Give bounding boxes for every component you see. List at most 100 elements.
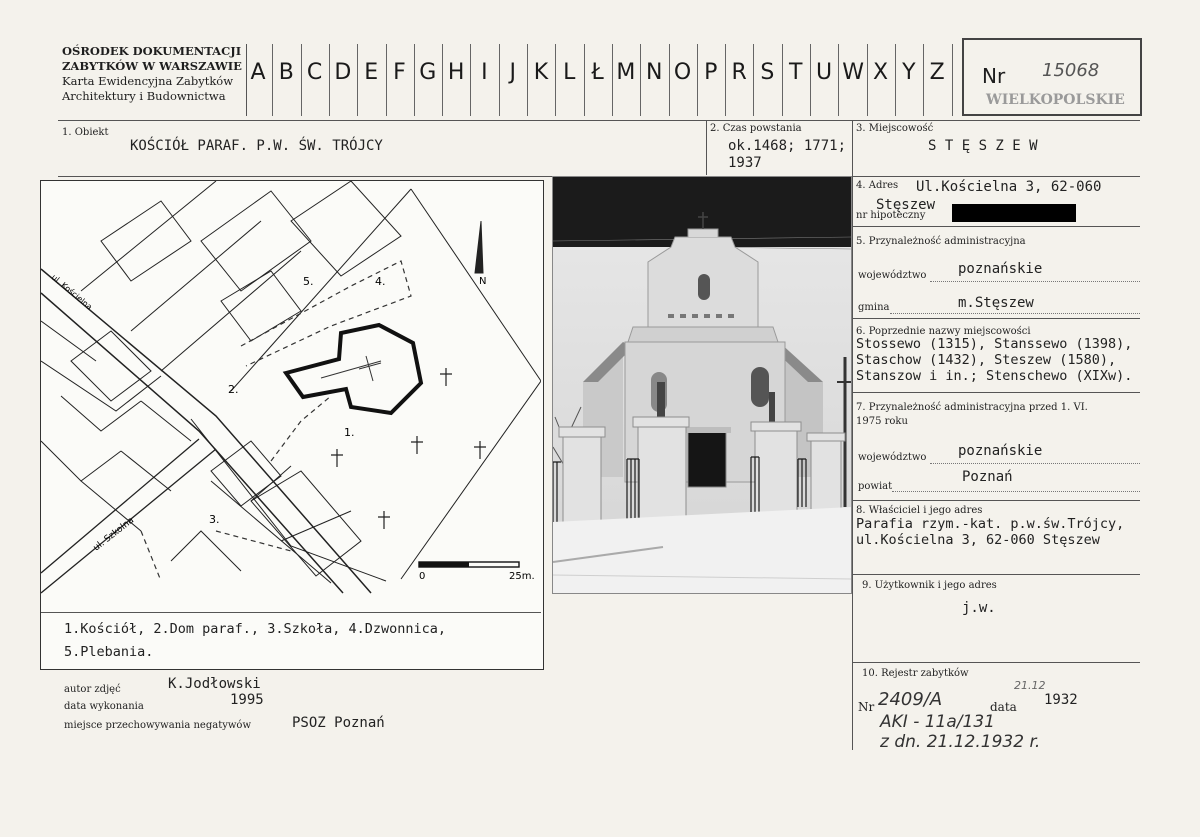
poprzednie-line1: Stossewo (1315), Stanssewo (1398), xyxy=(856,336,1133,352)
obiekt-value: KOŚCIÓŁ PARAF. P.W. ŚW. TRÓJCY xyxy=(130,138,383,154)
north-indicator: N xyxy=(479,276,486,287)
legend-rule xyxy=(41,612,541,613)
adres-value-1: Ul.Kościelna 3, 62-060 xyxy=(916,179,1102,195)
poprzednie-line3: Stanszow i in.; Stenschewo (XIXw). xyxy=(856,368,1133,384)
letter-separator xyxy=(810,44,811,116)
org-card-type-line2: Architektury i Budownictwa xyxy=(62,89,226,103)
rejestr-nr-value: 2409/A xyxy=(878,689,943,710)
powiat-value: Poznań xyxy=(962,469,1013,485)
index-letter: U xyxy=(815,60,833,85)
przed-label-2: 1975 roku xyxy=(856,416,908,427)
plot-number-1: 1. xyxy=(344,426,355,439)
autor-value: K.Jodłowski xyxy=(168,676,261,692)
woj2-label: województwo xyxy=(858,452,927,463)
letter-separator xyxy=(668,44,670,116)
rejestr-data-hand: 21.12 xyxy=(1014,679,1046,692)
woj2-value: poznańskie xyxy=(958,443,1043,459)
index-letter: G xyxy=(419,60,437,85)
index-letter: Ł xyxy=(591,60,604,85)
wojewodztwo-dots xyxy=(930,281,1140,282)
letter-separator xyxy=(611,44,613,116)
letter-separator xyxy=(470,44,472,116)
index-letter: X xyxy=(873,60,889,85)
plot-number-2: 2. xyxy=(228,383,239,396)
index-letter: W xyxy=(842,60,865,85)
scale-25m: 25m. xyxy=(509,571,535,582)
index-letter: M xyxy=(616,60,636,85)
gmina-value: m.Stęszew xyxy=(958,295,1034,311)
powiat-label: powiat xyxy=(858,481,893,492)
plot-number-5: 5. xyxy=(303,275,314,288)
legend-line1: 1.Kościół, 2.Dom paraf., 3.Szkoła, 4.Dzw… xyxy=(64,621,447,637)
adres-label: 4. Adres xyxy=(856,180,899,191)
plot-number-3: 3. xyxy=(209,513,220,526)
hipoteczny-label: nr hipoteczny xyxy=(856,210,926,221)
index-letter: I xyxy=(481,60,488,85)
scale-zero: 0 xyxy=(419,571,425,582)
data-wykonania-label: data wykonania xyxy=(64,701,144,712)
row5-rule xyxy=(852,318,1140,319)
uzytkownik-value: j.w. xyxy=(962,600,996,616)
letter-separator xyxy=(527,44,528,116)
index-letter: S xyxy=(760,60,775,85)
miejsce-value: PSOZ Poznań xyxy=(292,715,385,731)
index-letter: L xyxy=(563,60,576,85)
letter-separator xyxy=(923,44,925,116)
redacted-mortgage-number xyxy=(952,204,1076,222)
woj2-dots xyxy=(930,463,1140,464)
gmina-label: gmina xyxy=(858,302,890,313)
miejsce-label: miejsce przechowywania negatywów xyxy=(64,720,251,731)
index-letter: K xyxy=(533,60,549,85)
letter-separator xyxy=(781,44,783,116)
index-letter: H xyxy=(447,60,465,85)
obiekt-label: 1. Obiekt xyxy=(62,127,109,138)
row4-rule xyxy=(852,226,1140,227)
index-letter: P xyxy=(704,60,718,85)
index-letter: N xyxy=(645,60,663,85)
row6-rule xyxy=(852,392,1140,393)
letter-separator xyxy=(753,44,755,116)
letter-separator xyxy=(498,44,500,116)
plot-number-4: 4. xyxy=(375,275,386,288)
org-header: OŚRODEK DOKUMENTACJI ZABYTKÓW W WARSZAWI… xyxy=(62,44,242,104)
rejestr-handwritten-2: z dn. 21.12.1932 r. xyxy=(880,732,1041,752)
letter-separator xyxy=(640,44,642,116)
row7-rule xyxy=(852,500,1140,501)
org-card-type-line1: Karta Ewidencyjna Zabytków xyxy=(62,74,234,88)
przed-label-1: 7. Przynależność administracyjna przed 1… xyxy=(856,402,1088,413)
index-letter: Y xyxy=(902,60,916,85)
divider-czas xyxy=(706,120,707,175)
rejestr-handwritten-1: AKI - 11a/131 xyxy=(880,712,995,732)
nr-value: 15068 xyxy=(1042,60,1100,81)
rejestr-nr-label: Nr xyxy=(858,700,875,714)
letter-separator xyxy=(413,44,415,116)
powiat-dots xyxy=(892,491,1140,492)
church-photograph xyxy=(552,176,852,594)
wojewodztwo-value: poznańskie xyxy=(958,261,1043,277)
index-letter: R xyxy=(731,60,747,85)
index-letter: J xyxy=(509,60,516,85)
divider-miejscowosc xyxy=(852,120,853,750)
czas-value-2: 1937 xyxy=(728,155,762,171)
miejscowosc-label: 3. Miejscowość xyxy=(856,123,934,134)
letter-separator xyxy=(555,44,557,116)
letter-separator xyxy=(894,44,896,116)
row9-rule xyxy=(852,662,1140,663)
wojewodztwo-label: województwo xyxy=(858,270,927,281)
rejestr-label: 10. Rejestr zabytków xyxy=(862,668,969,679)
letter-separator xyxy=(866,44,868,116)
letter-separator xyxy=(838,44,840,116)
index-letter: D xyxy=(334,60,352,85)
letter-separator xyxy=(583,44,585,116)
index-letter: T xyxy=(788,60,803,85)
index-letter: E xyxy=(364,60,379,85)
legend-line2: 5.Plebania. xyxy=(64,644,154,660)
index-letter: C xyxy=(306,60,323,85)
letter-separator xyxy=(272,44,274,116)
letter-separator xyxy=(357,44,359,116)
autor-label: autor zdjęć xyxy=(64,684,121,695)
letter-separator xyxy=(725,44,727,116)
letter-separator xyxy=(442,44,444,116)
org-name-line2: ZABYTKÓW W WARSZAWIE xyxy=(62,59,242,73)
przynaleznosc-label: 5. Przynależność administracyjna xyxy=(856,236,1026,247)
